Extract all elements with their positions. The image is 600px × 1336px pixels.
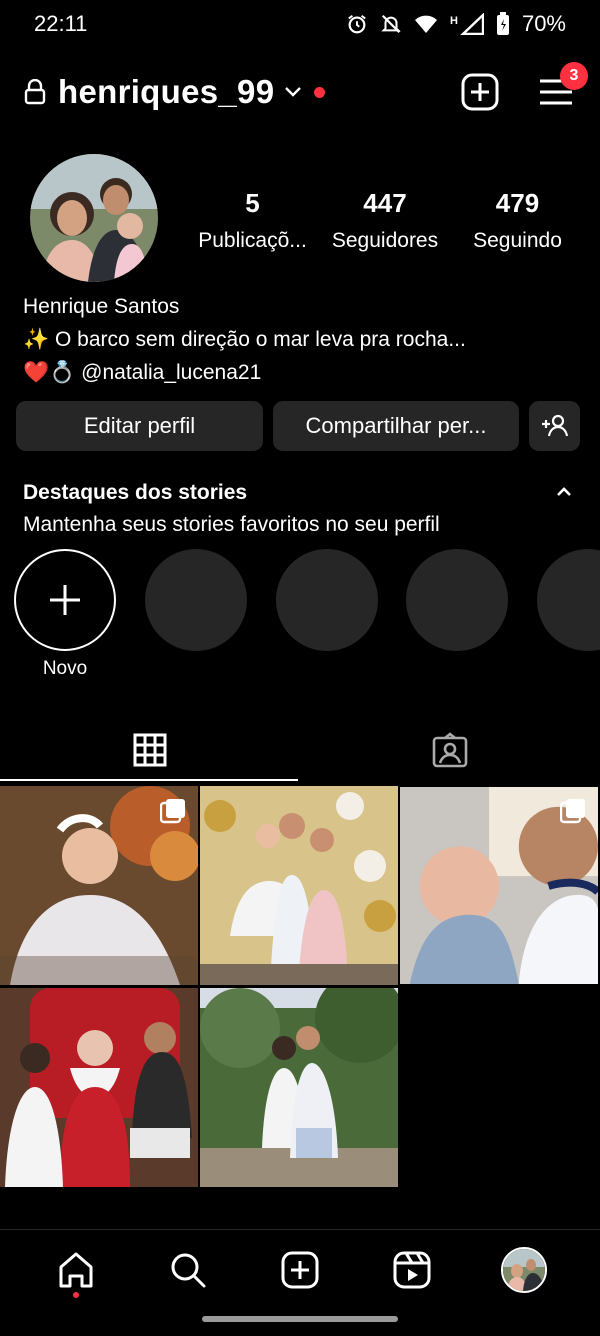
nav-search[interactable] — [158, 1240, 218, 1300]
stat-posts[interactable]: 5 Publicaçõ... — [190, 188, 315, 253]
status-time: 22:11 — [34, 11, 88, 36]
post-thumbnail[interactable] — [200, 988, 398, 1187]
add-person-icon — [541, 414, 568, 437]
highlight-placeholder — [537, 549, 600, 651]
chevron-up-icon[interactable] — [554, 482, 574, 502]
post-thumbnail[interactable] — [0, 988, 198, 1187]
signal-icon: H — [450, 13, 484, 35]
profile-bio: Henrique Santos ✨ O barco sem direção o … — [23, 290, 583, 389]
highlights-subtitle: Mantenha seus stories favoritos no seu p… — [23, 513, 440, 536]
svg-text:H: H — [450, 15, 458, 27]
bio-text: ✨ O barco sem direção o mar leva pra roc… — [23, 328, 466, 351]
active-tab-indicator — [0, 779, 298, 781]
bio-mention-line: ❤️💍 @natalia_lucena21 — [23, 356, 583, 389]
nav-home[interactable] — [46, 1240, 106, 1300]
battery-percent: 70% — [521, 11, 566, 36]
bio-mention-link[interactable]: @natalia_lucena21 — [81, 361, 261, 384]
stat-label: Seguidores — [331, 229, 439, 252]
stat-label: Publicaçõ... — [198, 229, 307, 252]
battery-icon — [496, 12, 509, 35]
alarm-icon — [348, 14, 366, 34]
new-highlight-button[interactable] — [14, 549, 116, 651]
profile-avatar[interactable] — [30, 154, 158, 282]
create-icon — [281, 1251, 319, 1288]
gesture-bar — [202, 1316, 398, 1322]
search-icon — [171, 1253, 206, 1287]
profile-name: Henrique Santos — [23, 295, 180, 318]
carousel-icon — [160, 799, 185, 824]
username[interactable]: henriques_99 — [58, 73, 274, 111]
profile-stats: 5 Publicaçõ... 447 Seguidores 479 Seguin… — [190, 188, 580, 253]
account-notification-dot — [314, 86, 326, 98]
reels-icon — [393, 1251, 431, 1288]
highlights-title: Destaques dos stories — [23, 481, 248, 504]
new-post-icon — [461, 73, 499, 111]
grid-icon — [133, 733, 167, 767]
tab-tagged[interactable] — [300, 718, 600, 782]
profile-actions: Editar perfil Compartilhar per... — [16, 401, 584, 451]
profile-tabs — [0, 718, 600, 782]
menu-button[interactable]: 3 — [536, 62, 588, 112]
share-profile-button[interactable]: Compartilhar per... — [273, 401, 519, 451]
new-post-button[interactable] — [460, 72, 500, 112]
new-highlight-label: Novo — [42, 658, 88, 679]
notification-dot — [73, 1291, 79, 1298]
stat-label: Seguindo — [473, 229, 562, 252]
wifi-icon — [414, 15, 437, 33]
post-thumbnail[interactable] — [0, 786, 198, 985]
bio-emojis: ❤️💍 — [23, 361, 76, 384]
profile-avatar-small — [501, 1246, 547, 1293]
carousel-icon — [560, 799, 585, 824]
nav-reels[interactable] — [382, 1240, 442, 1300]
post-thumbnail[interactable] — [400, 786, 598, 985]
nav-create[interactable] — [270, 1240, 330, 1300]
stat-followers[interactable]: 447 Seguidores — [323, 188, 448, 253]
menu-badge: 3 — [560, 62, 588, 90]
stat-value: 5 — [245, 188, 260, 218]
home-icon — [59, 1252, 93, 1287]
lock-icon — [24, 79, 46, 105]
stat-following[interactable]: 479 Seguindo — [455, 188, 580, 253]
plus-icon — [50, 585, 80, 615]
discover-people-button[interactable] — [529, 401, 580, 451]
mute-icon — [381, 14, 401, 34]
status-bar: 22:11 H 70% — [0, 0, 600, 48]
tab-posts[interactable] — [0, 718, 300, 782]
highlight-placeholder — [406, 549, 508, 651]
nav-profile[interactable] — [494, 1240, 554, 1300]
stat-value: 447 — [363, 188, 407, 218]
tagged-icon — [432, 732, 468, 768]
post-thumbnail[interactable] — [200, 786, 398, 985]
chevron-down-icon[interactable] — [284, 86, 302, 98]
bottom-navigation — [0, 1229, 600, 1309]
highlight-placeholder — [276, 549, 378, 651]
profile-header: henriques_99 3 — [0, 60, 600, 124]
stat-value: 479 — [495, 188, 540, 218]
highlight-placeholder — [145, 549, 247, 651]
edit-profile-button[interactable]: Editar perfil — [16, 401, 263, 451]
